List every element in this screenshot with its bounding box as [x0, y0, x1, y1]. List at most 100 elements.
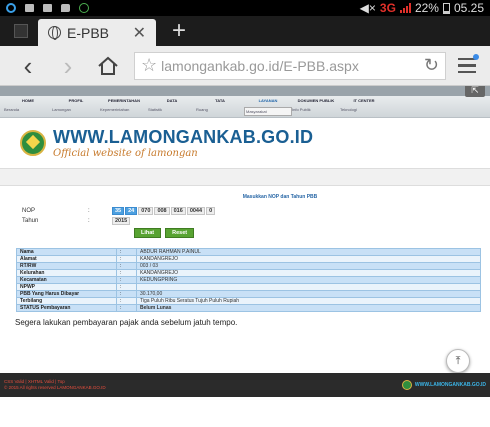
colon: :	[88, 208, 90, 214]
tahun-field[interactable]: 2015	[112, 217, 131, 225]
table-row: STATUS Pembayaran: Belum Lunas	[16, 304, 481, 312]
row-value: 003 / 03	[136, 262, 481, 270]
tab-switcher-icon[interactable]	[14, 24, 28, 38]
row-key: RT/RW	[16, 262, 117, 270]
row-key: Terbilang	[16, 297, 117, 305]
row-key: Kecamatan	[16, 276, 117, 284]
browser-toolbar: ‹ › ☆ lamongankab.go.id/E-PBB.aspx ↻	[0, 46, 490, 86]
row-value: 30.170,00	[136, 290, 481, 298]
battery-percent: 22%	[414, 1, 439, 15]
form-title: Masukkan NOP dan Tahun PBB	[242, 194, 318, 200]
scroll-top-icon[interactable]: ⤒	[446, 349, 470, 373]
clock: 05.25	[453, 1, 484, 15]
home-icon[interactable]	[88, 56, 128, 76]
nav-data[interactable]: DATA Statistik	[148, 96, 196, 117]
footer-copyright: © 2015 All rights reserved LAMONGANKAB.G…	[4, 385, 106, 390]
row-colon: :	[116, 283, 137, 291]
nop-field[interactable]: 070	[138, 207, 154, 215]
table-row: RT/RW:003 / 03	[16, 262, 481, 270]
result-table: Nama: ABDUR RAHMAN P.AINUL Alamat: KANDANG…	[16, 248, 481, 312]
nav-dokumen[interactable]: DOKUMEN PUBLIK Info Publik	[292, 96, 340, 117]
reset-button[interactable]: Reset	[165, 228, 195, 238]
row-colon: :	[116, 255, 137, 263]
row-value: Belum Lunas	[136, 304, 481, 312]
image-icon	[43, 4, 52, 12]
footer-logo-icon	[401, 380, 412, 390]
nav-itcenter[interactable]: IT CENTER Teknologi	[340, 96, 388, 117]
battery-icon	[442, 2, 450, 14]
row-colon: :	[116, 248, 137, 256]
browser-tab[interactable]: E-PBB ✕	[38, 19, 156, 46]
web-page: ⇱ HOME Beranda PROFIL Lamongan PEMERINTAHA…	[0, 86, 490, 397]
site-footer: CSS Valid | XHTML Valid | Top © 2015 All…	[0, 373, 490, 397]
close-tab-icon[interactable]: ✕	[133, 23, 146, 43]
row-key: NPWP	[16, 283, 117, 291]
lock-icon	[25, 4, 34, 12]
row-key: PBB Yang Harus Dibayar	[16, 290, 117, 298]
address-bar[interactable]: ☆ lamongankab.go.id/E-PBB.aspx ↻	[134, 51, 446, 80]
lamongan-logo-icon[interactable]	[20, 130, 46, 156]
share-icon[interactable]: ⇱	[465, 86, 485, 97]
site-header: WWW.LAMONGANKAB.GO.ID Official website o…	[0, 118, 490, 168]
footer-brand[interactable]: WWW.LAMONGANKAB.GO.ID	[415, 382, 486, 388]
nop-field[interactable]: 0044	[186, 207, 206, 215]
table-row: Terbilang: Tiga Puluh Ribu Seratus Tujuh …	[16, 297, 481, 305]
site-nav: HOME Beranda PROFIL Lamongan PEMERINTAHAN K…	[0, 96, 490, 118]
globe-icon	[48, 26, 61, 40]
nav-layanan[interactable]: LAYANAN Masyarakat	[244, 96, 292, 117]
table-row: Nama: ABDUR RAHMAN P.AINUL	[16, 248, 481, 256]
row-value: ABDUR RAHMAN P.AINUL	[136, 248, 481, 256]
reload-icon[interactable]: ↻	[424, 55, 439, 76]
row-value	[136, 283, 481, 291]
nav-home[interactable]: HOME Beranda	[4, 96, 52, 117]
nop-fields: 35 24 070 008 016 0044 0	[112, 207, 216, 215]
tab-strip: E-PBB ✕ +	[0, 16, 490, 46]
nop-field[interactable]: 24	[125, 207, 138, 215]
network-type: 3G	[379, 1, 396, 15]
signal-icon	[399, 3, 411, 13]
row-colon: :	[116, 304, 137, 312]
whatsapp-icon	[79, 3, 89, 13]
row-value: KANDANGREJO	[136, 269, 481, 277]
nav-pemerintahan[interactable]: PEMERINTAHAN Kepemerintahan	[100, 96, 148, 117]
nav-tata[interactable]: TATA Ruang	[196, 96, 244, 117]
table-row: Alamat: KANDANGREJO	[16, 255, 481, 263]
row-colon: :	[116, 297, 137, 305]
tahun-label: Tahun	[22, 218, 39, 224]
site-title[interactable]: WWW.LAMONGANKAB.GO.ID	[53, 127, 313, 148]
row-key: Kelurahan	[16, 269, 117, 277]
row-value: KEDUNGPRING	[136, 276, 481, 284]
nop-field[interactable]: 016	[170, 207, 186, 215]
nav-profil[interactable]: PROFIL Lamongan	[52, 96, 100, 117]
star-icon[interactable]: ☆	[141, 55, 157, 76]
nop-field[interactable]: 0	[206, 207, 216, 215]
row-colon: :	[116, 262, 137, 270]
table-row: PBB Yang Harus Dibayar:30.170,00	[16, 290, 481, 298]
grey-band	[0, 168, 490, 186]
row-colon: :	[116, 276, 137, 284]
menu-icon[interactable]	[452, 53, 482, 74]
pbb-form: NOP : 35 24 070 008 016 0044 0 Tahun : 2015 Li…	[0, 206, 490, 238]
row-colon: :	[116, 290, 137, 298]
table-row: NPWP:	[16, 283, 481, 291]
row-value: Tiga Puluh Ribu Seratus Tujuh Puluh Rupi…	[136, 297, 481, 305]
table-row: Kecamatan: KEDUNGPRING	[16, 276, 481, 284]
lihat-button[interactable]: Lihat	[134, 228, 162, 238]
row-value: KANDANGREJO	[136, 255, 481, 263]
payment-reminder: Segera lakukan pembayaran pajak anda seb…	[15, 318, 238, 327]
tab-title: E-PBB	[67, 24, 110, 41]
forward-button[interactable]: ›	[48, 53, 88, 79]
new-tab-button[interactable]: +	[172, 17, 186, 45]
row-key: Nama	[16, 248, 117, 256]
mute-icon: ◀×	[359, 1, 376, 15]
row-key: Alamat	[16, 255, 117, 263]
chat-icon	[61, 4, 70, 12]
site-subtitle: Official website of lamongan	[53, 148, 198, 159]
row-key: STATUS Pembayaran	[16, 304, 117, 312]
back-button[interactable]: ‹	[8, 53, 48, 79]
url-text[interactable]: lamongankab.go.id/E-PBB.aspx	[161, 58, 424, 74]
sync-icon	[6, 3, 16, 13]
page-top-bar: ⇱	[0, 86, 490, 97]
nop-field[interactable]: 008	[154, 207, 170, 215]
nop-field[interactable]: 35	[112, 207, 125, 215]
